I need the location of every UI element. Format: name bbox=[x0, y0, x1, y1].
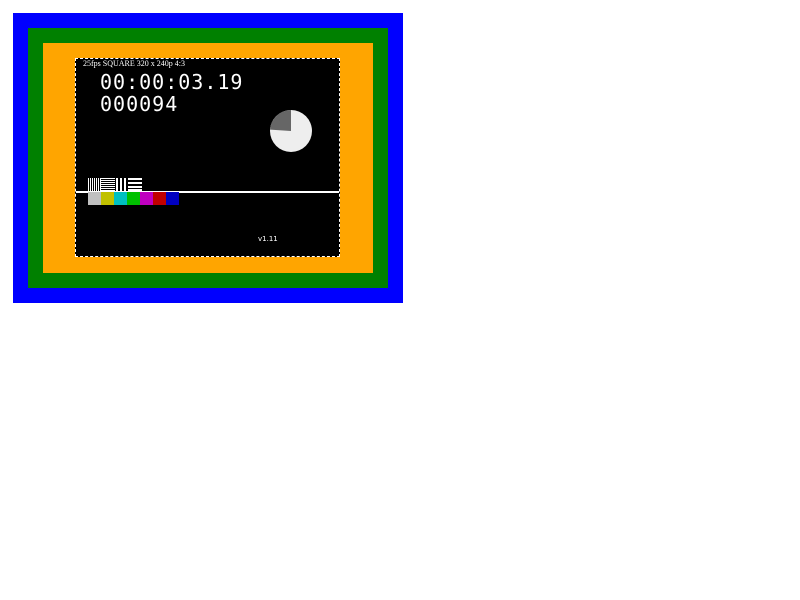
color-bar-5 bbox=[153, 192, 166, 205]
progress-pie-icon bbox=[270, 110, 312, 152]
video-frame: 25fps SQUARE 320 x 240p 4:3 00:00:03.19 … bbox=[75, 58, 340, 257]
color-bar-2 bbox=[114, 192, 127, 205]
format-header: 25fps SQUARE 320 x 240p 4:3 bbox=[83, 59, 186, 68]
frame-counter: 000094 bbox=[100, 92, 179, 116]
test-pattern-stage: 25fps SQUARE 320 x 240p 4:3 00:00:03.19 … bbox=[13, 13, 403, 303]
pattern-vertical-2 bbox=[116, 178, 126, 191]
color-bar-1 bbox=[101, 192, 114, 205]
color-bar-6 bbox=[166, 192, 179, 205]
color-bar-3 bbox=[127, 192, 140, 205]
timecode-display: 00:00:03.19 bbox=[100, 70, 244, 94]
resolution-patterns-icon bbox=[88, 178, 142, 191]
pattern-vertical-1 bbox=[88, 178, 101, 191]
color-bars bbox=[88, 192, 179, 205]
pattern-horizontal-2 bbox=[128, 178, 142, 191]
pie-slice bbox=[270, 110, 291, 131]
version-label: v1.11 bbox=[258, 235, 278, 243]
color-bar-0 bbox=[88, 192, 101, 205]
pattern-horizontal-1 bbox=[101, 178, 115, 191]
color-bar-4 bbox=[140, 192, 153, 205]
